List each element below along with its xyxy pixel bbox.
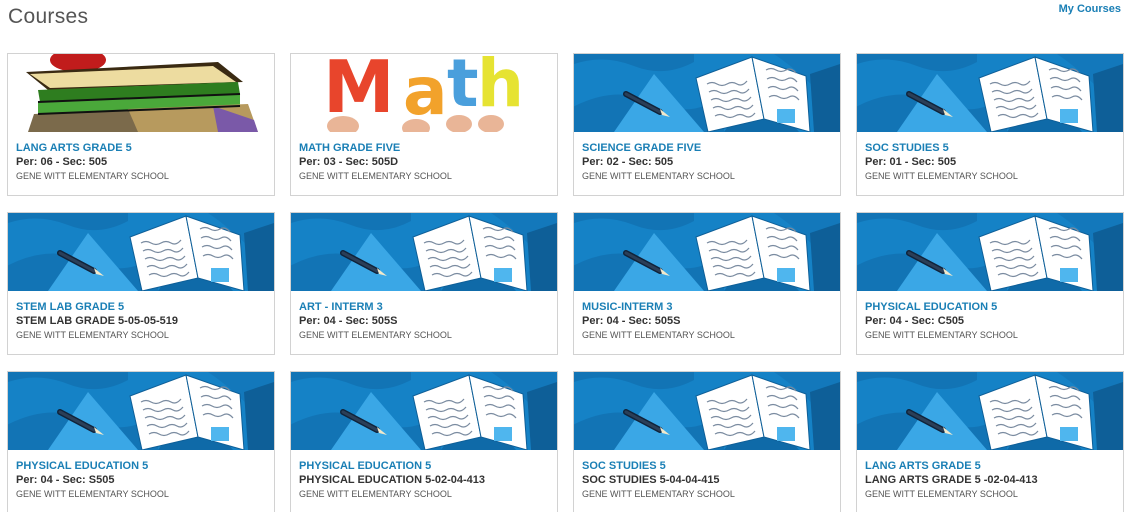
course-title[interactable]: STEM LAB GRADE 5: [16, 300, 268, 314]
course-section: Per: 06 - Sec: 505: [16, 156, 108, 168]
svg-text:t: t: [447, 54, 479, 122]
course-section: Per: 01 - Sec: 505: [865, 156, 957, 168]
course-title[interactable]: PHYSICAL EDUCATION 5: [299, 459, 551, 473]
course-title[interactable]: LANG ARTS GRADE 5: [865, 459, 1117, 473]
course-image[interactable]: [574, 54, 840, 132]
course-card[interactable]: SOC STUDIES 5 Per: 01 - Sec: 505 GENE WI…: [856, 53, 1124, 196]
math-letters-illustration: M a t h: [291, 54, 557, 132]
svg-text:a: a: [403, 54, 448, 130]
course-school: GENE WITT ELEMENTARY SCHOOL: [582, 171, 735, 181]
course-school: GENE WITT ELEMENTARY SCHOOL: [299, 330, 452, 340]
my-courses-link[interactable]: My Courses: [1059, 3, 1121, 15]
course-card[interactable]: PHYSICAL EDUCATION 5 PHYSICAL EDUCATION …: [290, 371, 558, 512]
open-book-illustration: [291, 213, 557, 291]
course-section: Per: 04 - Sec: C505: [865, 315, 965, 327]
course-school: GENE WITT ELEMENTARY SCHOOL: [16, 330, 169, 340]
course-card[interactable]: ART - INTERM 3 Per: 04 - Sec: 505S GENE …: [290, 212, 558, 355]
svg-text:M: M: [323, 54, 395, 129]
course-card-body: MUSIC-INTERM 3 Per: 04 - Sec: 505S GENE …: [582, 300, 834, 342]
course-card-body: PHYSICAL EDUCATION 5 Per: 04 - Sec: C505…: [865, 300, 1117, 342]
page-title: Courses: [8, 5, 89, 28]
course-title[interactable]: LANG ARTS GRADE 5: [16, 141, 268, 155]
course-image[interactable]: [574, 213, 840, 291]
open-book-illustration: [857, 213, 1123, 291]
course-title[interactable]: PHYSICAL EDUCATION 5: [16, 459, 268, 473]
svg-text:h: h: [477, 54, 524, 122]
course-school: GENE WITT ELEMENTARY SCHOOL: [299, 489, 452, 499]
course-image[interactable]: [291, 213, 557, 291]
course-school: GENE WITT ELEMENTARY SCHOOL: [16, 171, 169, 181]
course-image[interactable]: [291, 372, 557, 450]
course-card-body: PHYSICAL EDUCATION 5 Per: 04 - Sec: S505…: [16, 459, 268, 501]
course-image[interactable]: [574, 372, 840, 450]
open-book-illustration: [8, 213, 274, 291]
course-image[interactable]: [8, 372, 274, 450]
course-title[interactable]: ART - INTERM 3: [299, 300, 551, 314]
open-book-illustration: [8, 372, 274, 450]
open-book-illustration: [857, 372, 1123, 450]
course-card-body: ART - INTERM 3 Per: 04 - Sec: 505S GENE …: [299, 300, 551, 342]
open-book-illustration: [291, 372, 557, 450]
course-card-body: PHYSICAL EDUCATION 5 PHYSICAL EDUCATION …: [299, 459, 551, 501]
course-card-body: SOC STUDIES 5 Per: 01 - Sec: 505 GENE WI…: [865, 141, 1117, 183]
course-school: GENE WITT ELEMENTARY SCHOOL: [865, 489, 1018, 499]
course-card[interactable]: LANG ARTS GRADE 5 Per: 06 - Sec: 505 GEN…: [7, 53, 275, 196]
course-image[interactable]: M a t h: [291, 54, 557, 132]
open-book-illustration: [574, 372, 840, 450]
course-section: SOC STUDIES 5-04-04-415: [582, 474, 720, 486]
course-section: PHYSICAL EDUCATION 5-02-04-413: [299, 474, 486, 486]
course-card-body: LANG ARTS GRADE 5 Per: 06 - Sec: 505 GEN…: [16, 141, 268, 183]
open-book-illustration: [574, 213, 840, 291]
course-image[interactable]: [8, 213, 274, 291]
course-card[interactable]: STEM LAB GRADE 5 STEM LAB GRADE 5-05-05-…: [7, 212, 275, 355]
course-card[interactable]: PHYSICAL EDUCATION 5 Per: 04 - Sec: C505…: [856, 212, 1124, 355]
course-card[interactable]: SOC STUDIES 5 SOC STUDIES 5-04-04-415 GE…: [573, 371, 841, 512]
course-card[interactable]: MUSIC-INTERM 3 Per: 04 - Sec: 505S GENE …: [573, 212, 841, 355]
course-school: GENE WITT ELEMENTARY SCHOOL: [582, 489, 735, 499]
course-section: Per: 04 - Sec: 505S: [299, 315, 398, 327]
course-section: LANG ARTS GRADE 5 -02-04-413: [865, 474, 1038, 486]
course-section: Per: 04 - Sec: 505S: [582, 315, 681, 327]
course-card[interactable]: M a t h MATH GRADE FIVE Per: 03 - Sec: 5…: [290, 53, 558, 196]
course-image[interactable]: [8, 54, 274, 132]
open-book-illustration: [574, 54, 840, 132]
course-title[interactable]: PHYSICAL EDUCATION 5: [865, 300, 1117, 314]
course-section: STEM LAB GRADE 5-05-05-519: [16, 315, 178, 327]
course-title[interactable]: SOC STUDIES 5: [865, 141, 1117, 155]
course-image[interactable]: [857, 54, 1123, 132]
course-title[interactable]: MUSIC-INTERM 3: [582, 300, 834, 314]
course-title[interactable]: SOC STUDIES 5: [582, 459, 834, 473]
course-title[interactable]: MATH GRADE FIVE: [299, 141, 551, 155]
course-card[interactable]: PHYSICAL EDUCATION 5 Per: 04 - Sec: S505…: [7, 371, 275, 512]
course-school: GENE WITT ELEMENTARY SCHOOL: [865, 330, 1018, 340]
course-section: Per: 03 - Sec: 505D: [299, 156, 399, 168]
course-card[interactable]: SCIENCE GRADE FIVE Per: 02 - Sec: 505 GE…: [573, 53, 841, 196]
course-school: GENE WITT ELEMENTARY SCHOOL: [16, 489, 169, 499]
course-card-body: SCIENCE GRADE FIVE Per: 02 - Sec: 505 GE…: [582, 141, 834, 183]
course-image[interactable]: [857, 213, 1123, 291]
course-title[interactable]: SCIENCE GRADE FIVE: [582, 141, 834, 155]
course-school: GENE WITT ELEMENTARY SCHOOL: [582, 330, 735, 340]
course-card-body: LANG ARTS GRADE 5 LANG ARTS GRADE 5 -02-…: [865, 459, 1117, 501]
course-school: GENE WITT ELEMENTARY SCHOOL: [299, 171, 452, 181]
course-card-body: MATH GRADE FIVE Per: 03 - Sec: 505D GENE…: [299, 141, 551, 183]
course-school: GENE WITT ELEMENTARY SCHOOL: [865, 171, 1018, 181]
course-section: Per: 02 - Sec: 505: [582, 156, 674, 168]
open-book-illustration: [857, 54, 1123, 132]
course-card[interactable]: LANG ARTS GRADE 5 LANG ARTS GRADE 5 -02-…: [856, 371, 1124, 512]
books-stack-illustration: [8, 54, 274, 132]
course-card-body: SOC STUDIES 5 SOC STUDIES 5-04-04-415 GE…: [582, 459, 834, 501]
course-image[interactable]: [857, 372, 1123, 450]
course-section: Per: 04 - Sec: S505: [16, 474, 115, 486]
course-card-body: STEM LAB GRADE 5 STEM LAB GRADE 5-05-05-…: [16, 300, 268, 342]
